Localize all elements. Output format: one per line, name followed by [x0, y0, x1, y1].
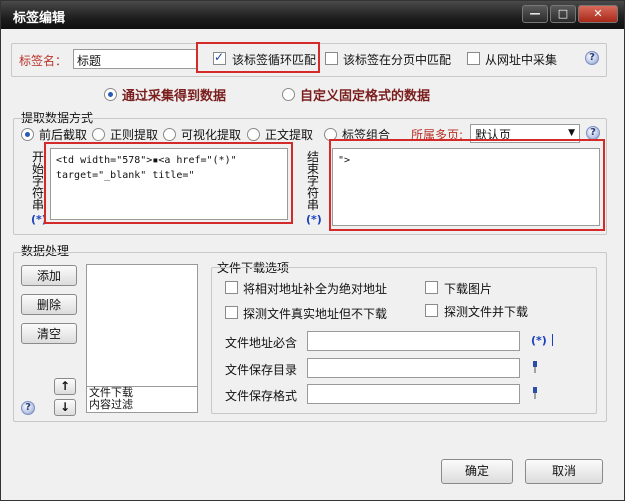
method-radio-2[interactable]	[163, 128, 176, 141]
maximize-button[interactable]: □	[550, 5, 576, 23]
download-images-label: 下载图片	[444, 282, 493, 296]
list-item-1: 内容过滤	[89, 398, 133, 411]
extract-help-icon[interactable]: ?	[586, 126, 600, 140]
clear-button[interactable]: 清空	[21, 323, 77, 344]
text-cursor	[552, 334, 553, 346]
tag-name-label: 标签名：	[19, 54, 68, 68]
help-icon[interactable]: ?	[585, 51, 599, 65]
tag-name-input[interactable]: 标题	[73, 49, 198, 69]
loop-match-label: 该标签循环匹配	[232, 53, 317, 67]
source-custom-label: 自定义固定格式的数据	[300, 89, 431, 104]
start-string-label: 开始字符串	[32, 150, 45, 212]
detect-real-checkbox[interactable]	[225, 306, 238, 319]
processing-help-icon[interactable]: ?	[21, 401, 35, 415]
end-wildcard-link[interactable]: (*)	[306, 213, 322, 226]
add-button[interactable]: 添加	[21, 265, 77, 286]
method-label-2: 可视化提取	[181, 128, 242, 142]
title-bar: 标签编辑 — □ ✕	[1, 1, 624, 29]
end-string-label: 结束字符串	[307, 150, 320, 212]
url-wildcard-link[interactable]: (*)	[531, 334, 547, 347]
cancel-button[interactable]: 取消	[525, 459, 603, 484]
paging-match-label: 该标签在分页中匹配	[343, 53, 452, 67]
window-title: 标签编辑	[13, 11, 66, 26]
move-up-button[interactable]: ↑	[54, 378, 76, 395]
delete-button[interactable]: 删除	[21, 294, 77, 315]
pin-icon[interactable]	[532, 361, 538, 373]
minimize-button[interactable]: —	[522, 5, 548, 23]
move-down-button[interactable]: ↓	[54, 399, 76, 416]
method-label-3: 正文提取	[265, 128, 314, 142]
method-radio-1[interactable]	[92, 128, 105, 141]
processing-list[interactable]: 文件下载 内容过滤	[86, 264, 198, 413]
source-custom-radio[interactable]	[282, 88, 295, 101]
source-collect-label: 通过采集得到数据	[122, 89, 227, 104]
pin-icon[interactable]	[532, 387, 538, 399]
detect-real-label: 探测文件真实地址但不下载	[243, 307, 388, 321]
detect-download-checkbox[interactable]	[425, 304, 438, 317]
method-label-0: 前后截取	[39, 128, 88, 142]
method-label-1: 正则提取	[110, 128, 159, 142]
relative-to-absolute-label: 将相对地址补全为绝对地址	[243, 282, 388, 296]
start-string-textarea[interactable]: <td width="578">▪<a href="(*)" target="_…	[50, 148, 288, 220]
method-radio-3[interactable]	[247, 128, 260, 141]
save-dir-label: 文件保存目录	[225, 363, 298, 377]
tag-edit-dialog: 标签编辑 — □ ✕ 标签名： 标题 该标签循环匹配 该标签在分页中匹配 从网址…	[0, 0, 625, 501]
url-collect-checkbox[interactable]	[467, 52, 480, 65]
method-radio-0[interactable]	[21, 128, 34, 141]
source-collect-radio[interactable]	[104, 88, 117, 101]
close-button[interactable]: ✕	[578, 5, 618, 23]
ok-button[interactable]: 确定	[441, 459, 513, 484]
end-string-textarea[interactable]: ">	[332, 148, 600, 226]
save-format-label: 文件保存格式	[225, 389, 298, 403]
download-images-checkbox[interactable]	[425, 281, 438, 294]
detect-download-label: 探测文件并下载	[444, 305, 529, 319]
loop-match-checkbox[interactable]	[213, 50, 226, 65]
relative-to-absolute-checkbox[interactable]	[225, 281, 238, 294]
save-dir-input[interactable]	[307, 358, 520, 378]
url-must-contain-label: 文件地址必含	[225, 336, 298, 350]
save-format-input[interactable]	[307, 384, 520, 404]
url-collect-label: 从网址中采集	[485, 53, 558, 67]
list-item[interactable]: 文件下载 内容过滤	[87, 386, 197, 411]
url-must-contain-input[interactable]	[307, 331, 520, 351]
paging-match-checkbox[interactable]	[325, 52, 338, 65]
